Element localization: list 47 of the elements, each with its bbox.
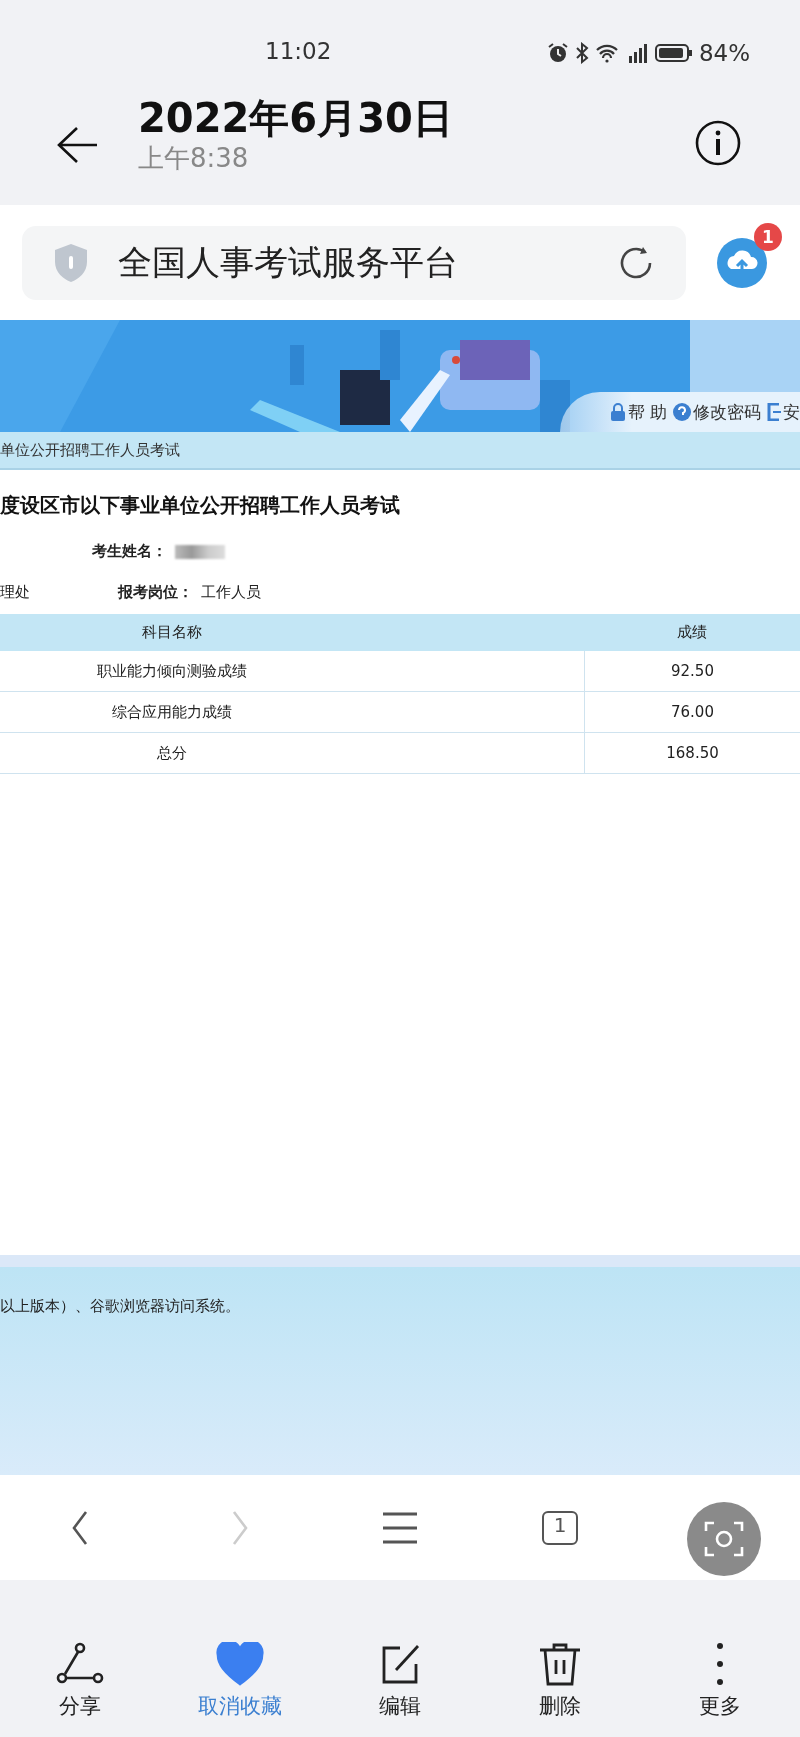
heart-icon <box>216 1642 264 1686</box>
breadcrumb: 单位公开招聘工作人员考试 <box>0 440 180 460</box>
field-value: 工作人员 <box>201 583 261 602</box>
notification-badge: 1 <box>754 222 782 251</box>
action-button[interactable]: 编辑 <box>320 1642 480 1720</box>
action-button[interactable]: 更多 <box>640 1642 800 1720</box>
photo-time: 上午8:38 <box>138 142 250 175</box>
menu-icon[interactable] <box>381 1510 419 1545</box>
battery-percent: 84% <box>698 40 750 66</box>
table-cell-text: 168.50 <box>665 743 720 764</box>
bluetooth-icon <box>574 42 589 64</box>
action-button[interactable]: 取消收藏 <box>160 1642 320 1720</box>
column-header: 科目名称 <box>141 623 203 642</box>
column-header: 成绩 <box>675 623 708 642</box>
shield-icon <box>52 241 90 284</box>
field-label: 报考岗位： <box>118 583 193 602</box>
header-link[interactable]: 修改密码 <box>673 400 761 424</box>
exam-title: 度设区市以下事业单位公开招聘工作人员考试 <box>0 492 401 519</box>
table-cell-text: 92.50 <box>670 661 715 682</box>
header-link[interactable]: 安 <box>767 400 800 424</box>
status-time: 11:02 <box>265 38 332 64</box>
action-button[interactable]: 分享 <box>0 1642 160 1720</box>
more-icon <box>716 1642 724 1686</box>
action-button[interactable]: 删除 <box>480 1642 640 1720</box>
tabs-button[interactable]: 1 <box>542 1510 578 1545</box>
field-value: 理处 <box>0 583 30 602</box>
table-cell-text: 76.00 <box>670 702 715 723</box>
back-button[interactable] <box>55 125 99 165</box>
blurred-name <box>175 544 225 559</box>
share-icon <box>56 1642 104 1686</box>
address-bar[interactable]: 全国人事考试服务平台 <box>22 225 686 300</box>
site-title: 全国人事考试服务平台 <box>118 240 459 284</box>
table-cell: 总分 <box>0 733 585 773</box>
back-icon[interactable] <box>70 1509 90 1546</box>
wifi-icon <box>594 43 619 63</box>
photo-date: 2022年6月30日 <box>138 95 453 141</box>
lock-icon <box>609 403 626 421</box>
info-button[interactable] <box>694 119 742 167</box>
alarm-icon <box>546 42 569 64</box>
table-cell: 职业能力倾向测验成绩 <box>0 651 585 691</box>
field-label: 考生姓名： <box>92 542 167 561</box>
table-cell: 综合应用能力成绩 <box>0 692 585 732</box>
browser-note: 以上版本）、谷歌浏览器访问系统。 <box>0 1297 240 1317</box>
battery-icon <box>654 43 693 63</box>
exit-icon <box>767 403 781 421</box>
help-icon <box>673 403 691 421</box>
header-link[interactable]: 帮 助 <box>609 400 667 424</box>
